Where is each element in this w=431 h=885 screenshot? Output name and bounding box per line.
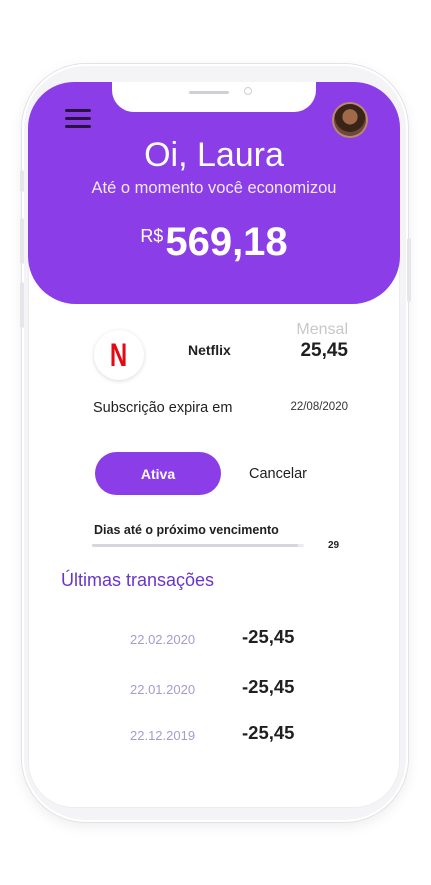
savings-value: 569,18 xyxy=(165,220,288,264)
app-screen: Oi, Laura Até o momento você economizou … xyxy=(28,82,400,808)
phone-side-button xyxy=(20,282,24,328)
savings-subtitle: Até o momento você economizou xyxy=(91,179,337,197)
transaction-date: 22.01.2020 xyxy=(130,682,196,697)
expires-label: Subscrição expira em xyxy=(93,400,233,416)
netflix-logo-letter: N xyxy=(110,337,128,373)
speaker-grille xyxy=(189,91,229,94)
transaction-amount: -25,45 xyxy=(242,722,295,743)
transactions-title: Últimas transações xyxy=(61,570,215,590)
days-progress-bar xyxy=(92,544,304,547)
user-avatar[interactable] xyxy=(334,104,366,136)
cancel-button[interactable]: Cancelar xyxy=(233,452,323,495)
transaction-date: 22.12.2019 xyxy=(130,728,196,743)
days-progress-fill xyxy=(92,544,298,547)
hamburger-menu-icon[interactable] xyxy=(65,109,91,129)
expires-date: 22/08/2020 xyxy=(290,401,348,413)
greeting-title: Oi, Laura xyxy=(144,136,284,174)
transaction-amount: -25,45 xyxy=(242,676,295,697)
transaction-amount: -25,45 xyxy=(242,626,295,647)
days-until-due-label: Dias até o próximo vencimento xyxy=(94,523,279,537)
phone-side-button xyxy=(20,170,24,192)
camera-icon xyxy=(244,87,252,95)
savings-amount: R$569,18 xyxy=(28,220,400,265)
phone-side-button xyxy=(20,218,24,264)
service-name: Netflix xyxy=(188,342,231,358)
transaction-date: 22.02.2020 xyxy=(130,632,196,647)
billing-period: Mensal xyxy=(296,321,348,338)
phone-notch xyxy=(112,82,316,112)
active-button[interactable]: Ativa xyxy=(95,452,221,495)
phone-side-button xyxy=(407,238,411,302)
subscription-price: 25,45 xyxy=(300,340,348,361)
days-until-due-value: 29 xyxy=(328,540,340,551)
header-banner: Oi, Laura Até o momento você economizou … xyxy=(28,82,400,304)
currency-symbol: R$ xyxy=(140,226,164,246)
netflix-logo: N xyxy=(94,330,144,380)
